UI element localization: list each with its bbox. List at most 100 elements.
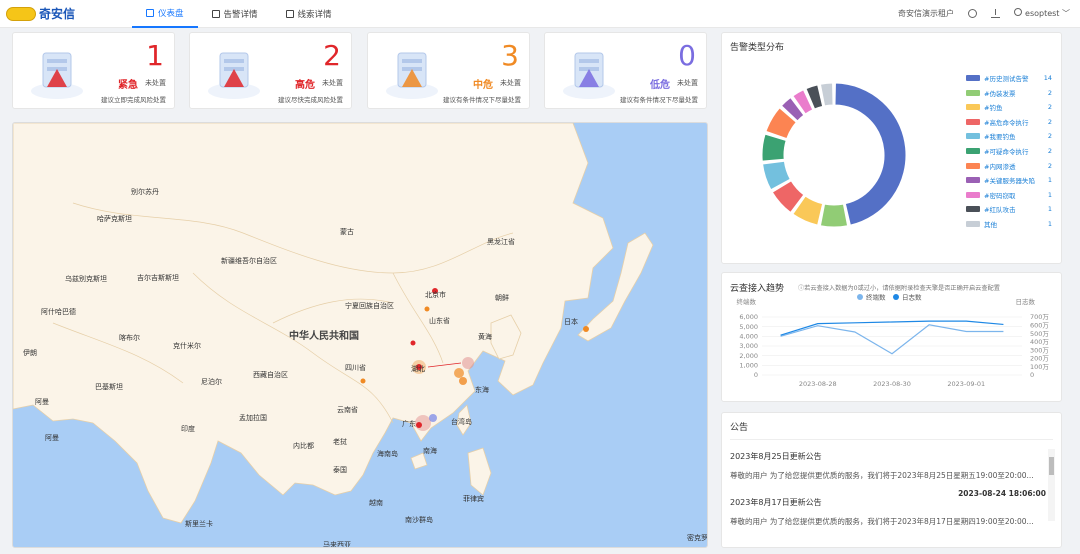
donut-slice[interactable]	[834, 82, 907, 226]
risk-level: 紧急	[118, 80, 138, 91]
user-menu[interactable]: esoptest ﹀	[1014, 8, 1070, 19]
header-actions: 奇安信演示租户 esoptest ﹀	[898, 8, 1080, 19]
panel-title: 公告	[730, 423, 749, 433]
legend-item[interactable]: #红队攻击 1	[966, 204, 1052, 214]
map-label: 北京市	[425, 291, 446, 299]
risk-advice: 建议有条件情况下尽量处置	[620, 96, 698, 104]
map-label: 阿曼	[45, 434, 59, 442]
risk-count: 2	[323, 39, 341, 72]
donut-slice[interactable]	[761, 133, 787, 162]
tab-label: 仪表盘	[158, 8, 184, 19]
download-icon[interactable]	[991, 9, 1001, 18]
map-label: 新疆维吾尔自治区	[221, 257, 277, 265]
y2-tick-label: 0	[1030, 371, 1034, 379]
legend-swatch	[966, 118, 980, 125]
legend-label: #历史测试告警	[984, 75, 1029, 83]
series-line[interactable]	[780, 320, 1004, 336]
legend-value: 2	[1047, 103, 1052, 112]
notice-scrollbar[interactable]	[1048, 449, 1055, 521]
legend-item[interactable]: #伪装发票 2	[966, 88, 1052, 98]
series-line[interactable]	[780, 324, 1004, 355]
notice-title: 2023年8月25日更新公告	[730, 452, 822, 461]
risk-card[interactable]: 1 紧急 未处置 建议立即完成风险处置	[12, 32, 175, 109]
legend-label: #我要钓鱼	[984, 133, 1016, 142]
legend-item[interactable]: #可疑命令执行 2	[966, 146, 1052, 156]
tab-label: 告警详情	[223, 9, 258, 20]
legend-label: #红队攻击	[984, 206, 1016, 215]
legend-item[interactable]: #我要钓鱼 2	[966, 131, 1052, 141]
legend-swatch	[966, 89, 980, 96]
notice-title: 2023年8月17日更新公告	[730, 498, 822, 507]
y2-tick-label: 600万	[1030, 321, 1049, 329]
alert-type-donut[interactable]	[744, 65, 924, 245]
chevron-down-icon: ﹀	[1062, 9, 1070, 18]
risk-status: 未处置	[145, 79, 166, 87]
top-bar: 奇安信 仪表盘 告警详情 线索详情 奇安信演示租户 esoptest ﹀	[0, 0, 1080, 28]
notice-item[interactable]: 2023年8月17日更新公告 尊敬的用户 为了给您提供更优质的服务，我们将于20…	[730, 497, 1046, 527]
legend-value: 2	[1047, 117, 1052, 126]
notice-panel: 公告 2023年8月25日更新公告 尊敬的用户 为了给您提供更优质的服务，我们将…	[721, 412, 1062, 548]
map-label: 中华人民共和国	[289, 331, 359, 342]
map-label: 海南岛	[377, 450, 398, 458]
legend-label: #伪装发票	[984, 89, 1016, 98]
risk-advice: 建议尽快完成风险处置	[278, 96, 343, 104]
map-label: 密克罗尼	[687, 534, 708, 542]
legend-item[interactable]: #密码窃取 1	[966, 190, 1052, 200]
tab-clue-details[interactable]: 线索详情	[272, 0, 346, 28]
map-label: 泰国	[333, 466, 347, 474]
app-logo[interactable]: 奇安信	[6, 5, 126, 22]
map-background	[13, 123, 654, 524]
tab-dashboard[interactable]: 仪表盘	[132, 0, 198, 28]
map-label: 朝鲜	[495, 294, 509, 302]
map-label: 巴基斯坦	[95, 383, 123, 391]
gear-icon[interactable]	[968, 9, 978, 18]
notice-item[interactable]: 2023年8月25日更新公告 尊敬的用户 为了给您提供更优质的服务，我们将于20…	[730, 451, 1046, 498]
legend-label: #内网渗透	[984, 162, 1016, 171]
legend-item[interactable]: #高危命令执行 2	[966, 117, 1052, 127]
y-tick-label: 5,000	[739, 323, 758, 331]
legend-item[interactable]: #内网渗透 2	[966, 161, 1052, 171]
map-label: 日本	[564, 318, 578, 326]
donut-slice[interactable]	[819, 203, 849, 228]
divider	[730, 439, 1053, 440]
legend-label: 其他	[984, 221, 997, 229]
legend-swatch	[966, 75, 980, 81]
legend-label: #钓鱼	[984, 104, 1003, 113]
legend-item[interactable]: #关键服务器失陷 1	[966, 175, 1052, 185]
risk-advice: 建议有条件情况下尽量处置	[443, 96, 521, 104]
panel-title: 告警类型分布	[730, 43, 785, 53]
legend-value: 2	[1047, 147, 1052, 155]
map-label: 内比都	[293, 442, 314, 450]
legend-swatch	[966, 162, 980, 169]
tenant-switcher[interactable]: 奇安信演示租户	[898, 8, 954, 19]
legend-item[interactable]: 其他 1	[966, 219, 1052, 229]
map-label: 尼泊尔	[201, 378, 222, 386]
alert-type-panel: 告警类型分布 #历史测试告警 14 #伪装发票 2 #钓鱼 2 #高危命令执行 2 #我要钓鱼 2…	[721, 32, 1062, 264]
legend-item[interactable]: #钓鱼 2	[966, 102, 1052, 112]
map-label: 西藏自治区	[253, 371, 288, 379]
map-label: 伊朗	[23, 349, 37, 357]
map-label: 蒙古	[340, 228, 354, 236]
risk-count: 1	[146, 39, 164, 72]
map-label: 喀布尔	[119, 334, 140, 342]
legend-dot	[893, 294, 899, 300]
map-label: 菲律宾	[463, 495, 484, 503]
map-label: 山东省	[429, 317, 450, 325]
legend-swatch	[966, 191, 980, 198]
risk-card[interactable]: 3 中危 未处置 建议有条件情况下尽量处置	[367, 32, 530, 109]
scrollbar-thumb[interactable]	[1049, 457, 1054, 475]
y2-tick-label: 400万	[1030, 338, 1049, 346]
risk-card[interactable]: 0 低危 未处置 建议有条件情况下尽量处置	[544, 32, 707, 109]
donut-slice[interactable]	[819, 82, 834, 107]
attack-map[interactable]: 别尔苏丹 哈萨克斯坦 蒙古 黑龙江省 新疆维吾尔自治区 乌兹别克斯坦 吉尔吉斯斯…	[12, 122, 708, 548]
legend-item[interactable]: #历史测试告警 14	[966, 73, 1052, 83]
tab-alert-details[interactable]: 告警详情	[198, 0, 272, 28]
cloud-trend-chart[interactable]: 终端数 日志数终端数 日志数01,0002,0003,0004,0005,0006,…	[722, 291, 1061, 401]
y2-tick-label: 100万	[1030, 363, 1049, 371]
map-label: 孟加拉国	[239, 414, 267, 422]
y-tick-label: 3,000	[739, 342, 758, 350]
risk-card[interactable]: 2 高危 未处置 建议尽快完成风险处置	[189, 32, 352, 109]
user-icon	[1014, 8, 1023, 16]
tab-label: 线索详情	[297, 9, 332, 20]
legend-swatch	[966, 221, 980, 227]
